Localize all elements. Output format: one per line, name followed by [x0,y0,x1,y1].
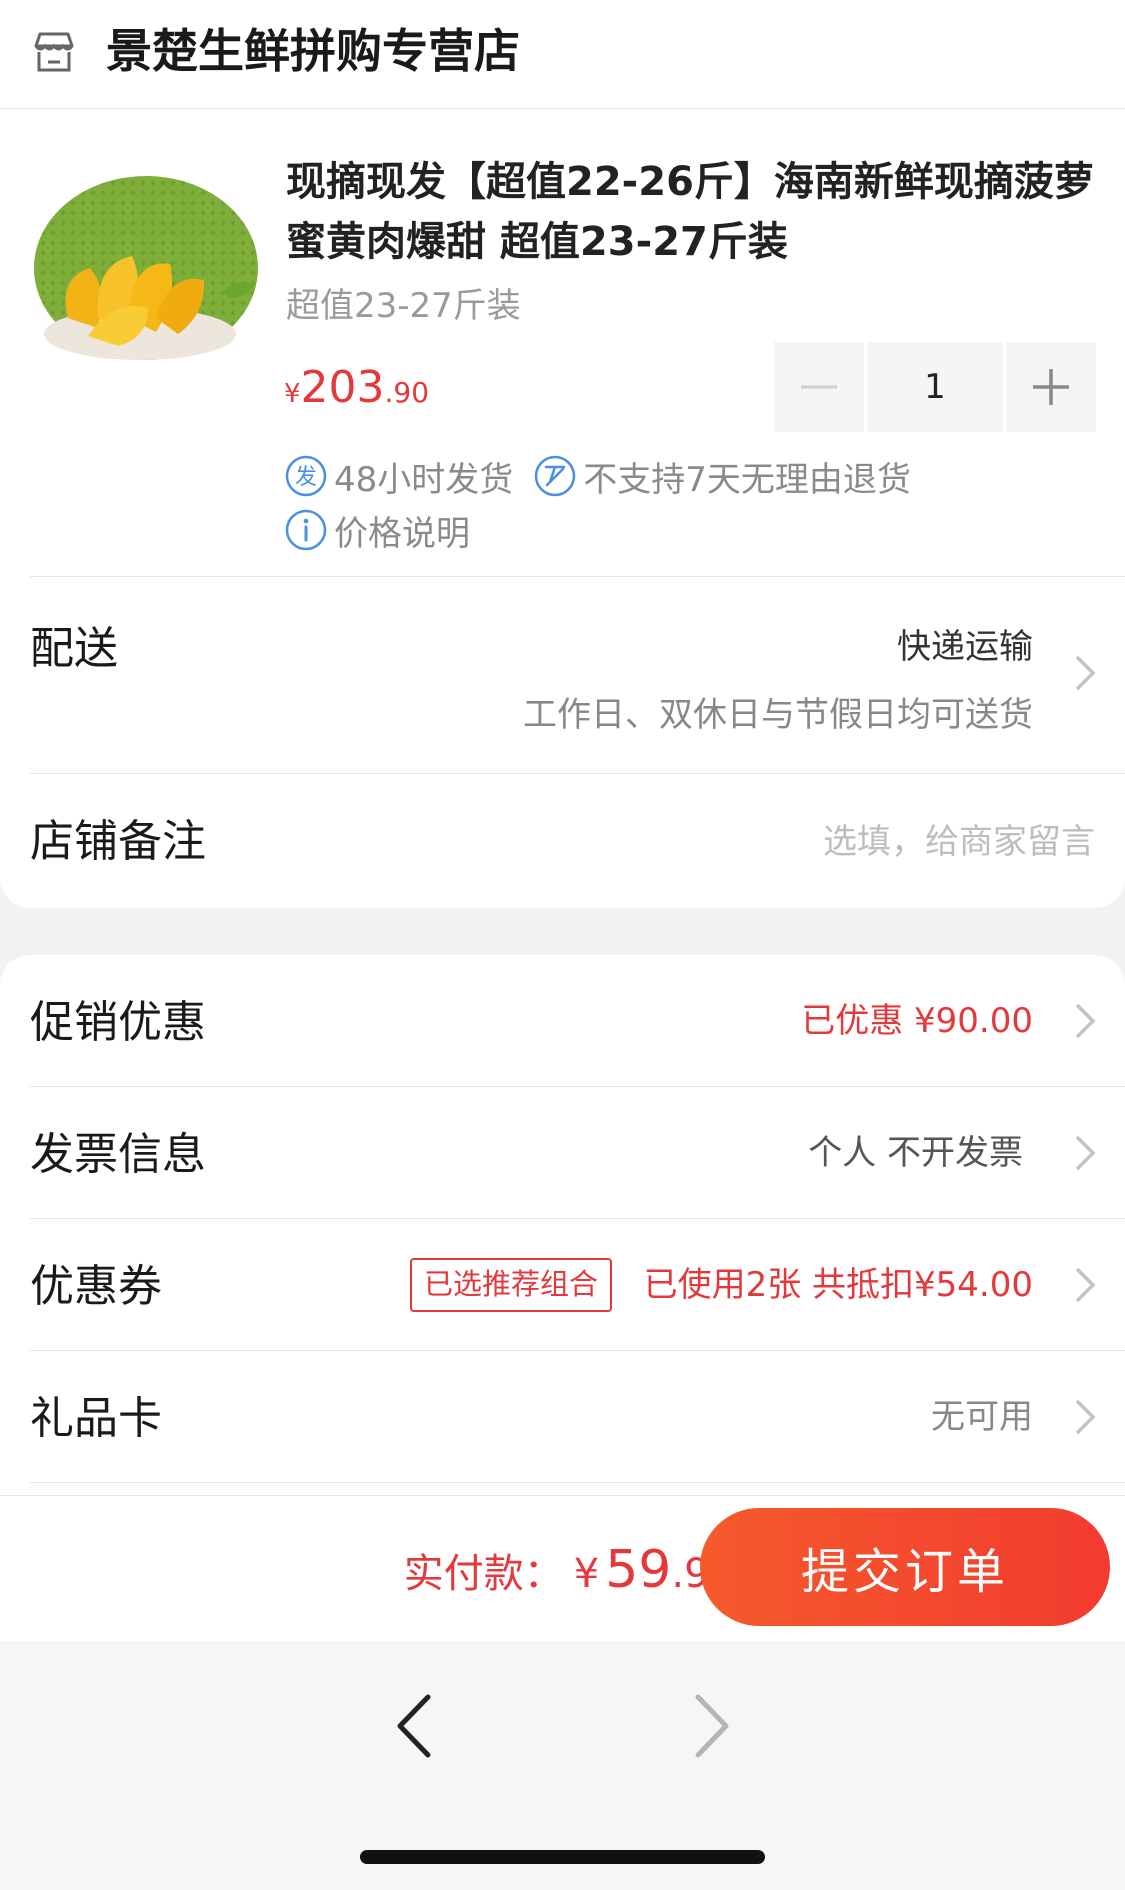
remark-label: 店铺备注 [30,816,206,867]
delivery-method: 快递运输 [897,627,1033,667]
chevron-right-icon [1075,1135,1096,1171]
browser-nav-bar [0,1641,1125,1890]
service-tags: 发 48小时发货 不支持7天无理由退货 [284,452,911,500]
invoice-value: 个人 不开发票 [808,1133,1023,1173]
giftcard-row[interactable]: 礼品卡 无可用 [0,1351,1125,1482]
pay-amount: 实付款：¥59.90 [404,1538,735,1614]
increase-button[interactable] [1006,342,1096,432]
giftcard-divider [30,1482,1125,1483]
giftcard-value: 无可用 [931,1397,1033,1437]
store-icon [34,32,74,72]
price-currency: ¥ [284,379,301,409]
chevron-right-icon [1075,1003,1096,1039]
pay-label: 实付款： [403,1551,564,1597]
chevron-right-icon [1075,655,1096,691]
delivery-label: 配送 [30,623,118,674]
jackfruit-image[interactable] [28,168,258,368]
coupon-recommended-badge: 已选推荐组合 [410,1258,613,1312]
order-card: 景楚生鲜拼购专营店 现摘现发【超值22-26斤】海南新鲜现摘菠萝蜜黄肉爆甜 超值… [0,0,1125,908]
invoice-row[interactable]: 发票信息 个人 不开发票 [0,1087,1125,1218]
price-decimal: .90 [384,376,430,409]
minus-icon [801,385,837,389]
chevron-right-icon [1075,1399,1096,1435]
coupon-row[interactable]: 优惠券 已选推荐组合 已使用2张 共抵扣¥54.00 [0,1219,1125,1350]
submit-order-button[interactable]: 提交订单 [700,1508,1110,1626]
chevron-right-icon [1075,1267,1096,1303]
delivery-note: 工作日、双休日与节假日均可送货 [523,695,1033,735]
decrease-button[interactable] [774,342,864,432]
giftcard-label: 礼品卡 [30,1393,162,1444]
product-title[interactable]: 现摘现发【超值22-26斤】海南新鲜现摘菠萝蜜黄肉爆甜 超值23-27斤装 [286,152,1096,272]
tag-price-note: 价格说明 [334,513,470,554]
promotion-row[interactable]: 促销优惠 已优惠 ¥90.00 [0,955,1125,1086]
tag-ship-time: 48小时发货 [334,459,514,500]
price-note-tag[interactable]: 价格说明 [284,506,470,554]
delivery-row[interactable]: 配送 快递运输 工作日、双休日与节假日均可送货 [0,577,1125,773]
coupon-value: 已使用2张 共抵扣¥54.00 [643,1265,1033,1305]
plus-icon [1033,369,1069,405]
coupon-label: 优惠券 [30,1261,162,1312]
header-divider [0,108,1125,109]
pay-currency: ¥ [573,1551,600,1597]
price-integer: 203 [300,362,385,413]
remark-input[interactable]: 选填，给商家留言 [823,818,1095,866]
pay-integer: 59 [605,1540,672,1600]
back-arrow-icon[interactable] [388,1691,440,1761]
store-name[interactable]: 景楚生鲜拼购专营店 [106,18,520,84]
home-indicator[interactable] [360,1850,765,1864]
info-icon [285,509,327,551]
forward-arrow-icon[interactable] [686,1691,738,1761]
store-remark-row: 店铺备注 选填，给商家留言 [0,774,1125,908]
checkout-bar: 实付款：¥59.90 提交订单 [0,1495,1125,1641]
promotion-value: 已优惠 ¥90.00 [801,1001,1033,1041]
invoice-label: 发票信息 [30,1129,206,1180]
discount-card: 促销优惠 已优惠 ¥90.00 发票信息 个人 不开发票 优惠券 已选推荐组合 … [0,955,1125,1495]
quantity-stepper: 1 [774,342,1096,432]
quantity-value[interactable]: 1 [867,342,1003,432]
ship-badge-icon: 发 [285,455,327,497]
ship-badge-char: 发 [295,465,317,490]
no-return-icon [535,455,576,497]
product-spec: 超值23-27斤装 [286,286,521,326]
promotion-label: 促销优惠 [30,997,206,1048]
product-price: ¥203.90 [284,358,429,427]
tag-no-return: 不支持7天无理由退货 [583,459,911,500]
